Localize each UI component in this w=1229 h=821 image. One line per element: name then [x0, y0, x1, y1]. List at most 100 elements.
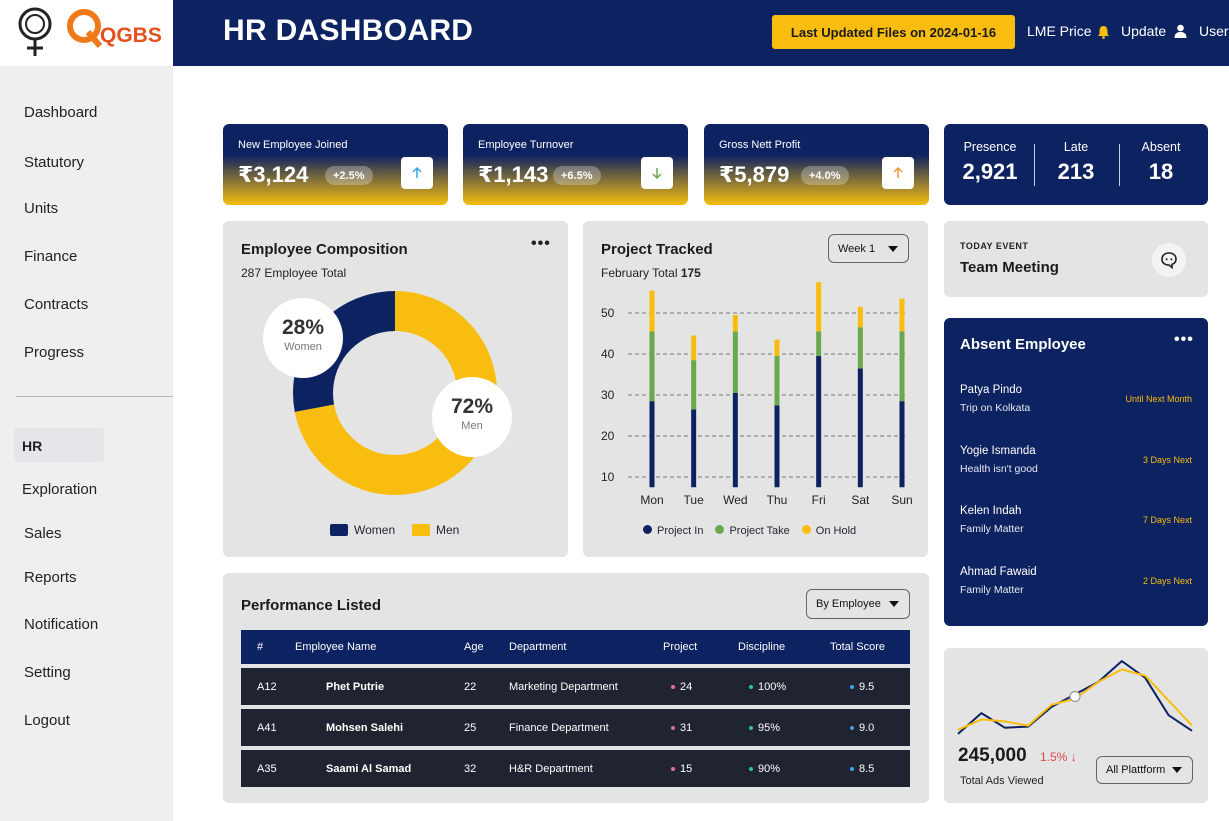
sidebar-item-hr[interactable]: HR	[22, 438, 42, 454]
brand-name: QGBS	[100, 24, 162, 47]
absent-value: 18	[1148, 159, 1174, 184]
y-tick-label: 30	[601, 388, 615, 402]
arrow-down-icon: ↓	[1067, 750, 1077, 764]
sidebar-item-units[interactable]: Units	[24, 200, 58, 217]
x-tick-label: Sat	[851, 493, 870, 507]
bar-segment-project-take	[857, 327, 863, 369]
update-link[interactable]: Update	[1121, 23, 1166, 39]
legend-swatch-women	[330, 524, 348, 536]
stat-arrow-button[interactable]	[641, 157, 673, 189]
men-callout: 72% Men	[432, 377, 512, 457]
women-callout: 28% Women	[263, 298, 343, 378]
chart-legend: Project In Project Take On Hold	[643, 525, 856, 537]
event-tag: TODAY EVENT	[960, 241, 1029, 251]
sidebar-item-dashboard[interactable]: Dashboard	[24, 104, 97, 121]
x-tick-label: Mon	[640, 493, 663, 507]
absent-duration: 2 Days Next	[1142, 576, 1192, 586]
late-value: 213	[1057, 159, 1095, 184]
employee-composition-panel: Employee Composition ••• 287 Employee To…	[223, 221, 568, 557]
row-department: Marketing Department	[509, 680, 618, 693]
sidebar-item-exploration[interactable]: Exploration	[22, 481, 97, 498]
bar-segment-on-hold	[816, 282, 822, 332]
arrow-up-icon	[893, 166, 903, 178]
sidebar-item-reports[interactable]: Reports	[24, 569, 77, 586]
score-value: 9.0	[859, 721, 875, 734]
sidebar-item-sales[interactable]: Sales	[24, 525, 62, 542]
platform-select-value: All Plattform	[1106, 764, 1166, 776]
sidebar-item-statutory[interactable]: Statutory	[24, 154, 84, 171]
y-tick-label: 20	[601, 429, 615, 443]
bar-segment-on-hold	[857, 306, 863, 328]
user-icon[interactable]	[1174, 24, 1187, 38]
discipline-value: 95%	[758, 721, 781, 734]
row-discipline: 95%	[749, 709, 780, 746]
sidebar-item-logout[interactable]: Logout	[24, 712, 70, 729]
late-label: Late	[1063, 140, 1089, 154]
absent-reason: Health isn't good	[960, 463, 1038, 475]
project-bar-chart: 10 20 30 40 50 Mon Tue Wed Thu Fri Sat Sun	[601, 282, 913, 507]
row-employee-name: Saami Al Samad	[326, 762, 412, 775]
chat-icon	[1161, 252, 1177, 269]
column-header: Age	[464, 641, 484, 653]
row-id: A12	[257, 680, 277, 693]
more-options-icon[interactable]: •••	[1174, 331, 1194, 349]
x-tick-label: Sun	[891, 493, 912, 507]
stat-arrow-button[interactable]	[401, 157, 433, 189]
sidebar: Dashboard Statutory Units Finance Contra…	[0, 66, 173, 821]
bar-segment-on-hold	[899, 298, 905, 332]
late-stat: Late 213	[1032, 124, 1120, 185]
stat-value: ₹3,124	[238, 162, 309, 187]
user-link[interactable]: User	[1199, 23, 1229, 39]
chat-button[interactable]	[1152, 243, 1186, 277]
bar-segment-on-hold	[732, 315, 738, 332]
absent-name: Ahmad Fawaid	[960, 566, 1037, 578]
row-score: 9.5	[850, 668, 874, 705]
score-value: 9.5	[859, 680, 875, 693]
row-project: 31	[671, 709, 692, 746]
last-updated-button[interactable]: Last Updated Files on 2024-01-16	[772, 15, 1015, 49]
legend-label: Project In	[657, 525, 704, 537]
table-row[interactable]: A12 Phet Putrie 22 Marketing Department …	[241, 668, 910, 705]
sidebar-item-setting[interactable]: Setting	[24, 664, 71, 681]
x-tick-label: Wed	[723, 493, 747, 507]
ads-change: 1.5% ↓	[1040, 750, 1077, 764]
bar-segment-project-in	[732, 392, 738, 488]
sidebar-item-progress[interactable]: Progress	[24, 344, 84, 361]
logo-area: QGBS	[0, 0, 173, 66]
arrow-down-icon	[652, 168, 662, 180]
panel-title: Absent Employee	[960, 336, 1086, 353]
platform-select[interactable]: All Plattform	[1096, 756, 1193, 784]
table-row[interactable]: A41 Mohsen Salehi 25 Finance Department …	[241, 709, 910, 746]
stat-card-gross-profit: Gross Nett Profit ₹5,879 +4.0%	[704, 124, 929, 205]
by-employee-select[interactable]: By Employee	[806, 589, 910, 619]
stat-label: Gross Nett Profit	[719, 139, 801, 151]
chevron-down-icon	[889, 601, 899, 607]
legend-swatch-men	[412, 524, 430, 536]
bar-segment-project-take	[816, 331, 822, 357]
absent-reason: Family Matter	[960, 523, 1024, 535]
sidebar-item-contracts[interactable]: Contracts	[24, 296, 88, 313]
women-percent: 28%	[281, 316, 325, 339]
lme-price-link[interactable]: LME Price	[1027, 23, 1092, 39]
stat-value: ₹1,143	[478, 162, 549, 187]
bar-segment-project-in	[649, 401, 655, 488]
sidebar-item-notification[interactable]: Notification	[24, 616, 98, 633]
bar-segment-on-hold	[691, 335, 697, 361]
absent-stat: Absent 18	[1117, 124, 1205, 185]
ads-line-chart	[957, 660, 1193, 735]
column-header: Department	[509, 641, 567, 653]
sidebar-item-finance[interactable]: Finance	[24, 248, 77, 265]
stat-card-employee-turnover: Employee Turnover ₹1,143 +6.5%	[463, 124, 688, 205]
today-event-card[interactable]: TODAY EVENT Team Meeting	[944, 221, 1208, 297]
absent-duration: 7 Days Next	[1142, 515, 1192, 525]
sidebar-divider	[16, 396, 173, 397]
absent-name: Kelen Indah	[960, 505, 1022, 517]
bell-icon[interactable]	[1097, 25, 1110, 39]
ads-label: Total Ads Viewed	[960, 775, 1044, 787]
stat-arrow-button[interactable]	[882, 157, 914, 189]
table-row[interactable]: A35 Saami Al Samad 32 H&R Department 15 …	[241, 750, 910, 787]
x-tick-label: Fri	[812, 493, 826, 507]
row-project: 15	[671, 750, 692, 787]
legend-on-hold: On Hold	[801, 525, 856, 537]
score-value: 8.5	[859, 762, 875, 775]
